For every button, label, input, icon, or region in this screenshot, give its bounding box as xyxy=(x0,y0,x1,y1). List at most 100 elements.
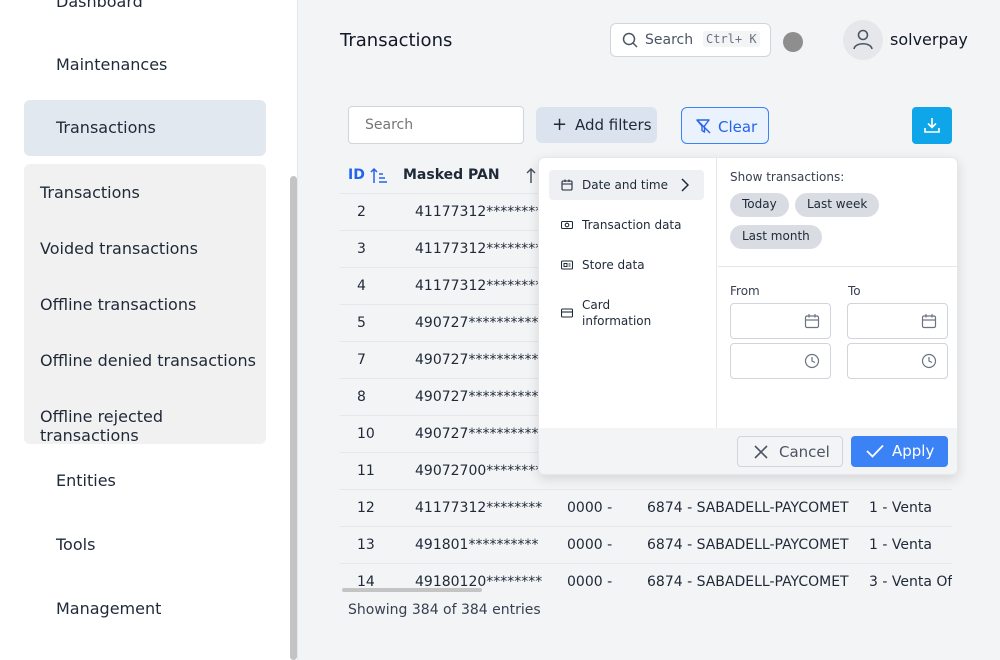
cell-id: 14 xyxy=(357,574,375,589)
to-date-input[interactable] xyxy=(847,303,948,339)
table-horizontal-scrollbar[interactable] xyxy=(342,588,482,592)
apply-button[interactable]: Apply xyxy=(851,436,948,467)
to-time-input[interactable] xyxy=(847,343,948,379)
table-row[interactable]: 12 41177312******** 0000 - 6874 - SABADELL-… xyxy=(340,490,952,527)
user-name[interactable]: solverpay xyxy=(890,30,968,49)
submenu-item-voided-transactions[interactable]: Voided transactions xyxy=(40,239,198,258)
cell-id: 13 xyxy=(357,537,375,553)
add-filters-button[interactable]: + Add filters xyxy=(536,107,657,143)
cell-masked-pan: 41177312******** xyxy=(415,241,543,257)
filter-menu-label: Card information xyxy=(582,298,652,328)
table-row[interactable]: 14 49180120******** 0000 - 6874 - SABADELL-… xyxy=(340,564,952,589)
cell-terminal: 0000 - xyxy=(567,574,613,589)
from-date-input[interactable] xyxy=(730,303,831,339)
cell-id: 8 xyxy=(357,389,366,405)
sidebar-item-management[interactable]: Management xyxy=(56,599,161,618)
calendar-icon xyxy=(561,179,573,191)
quick-filter-today[interactable]: Today xyxy=(730,193,789,217)
cell-id: 5 xyxy=(357,315,366,331)
store-icon xyxy=(561,260,573,270)
filter-menu-label: Store data xyxy=(582,258,645,272)
cell-masked-pan: 490727********** xyxy=(415,315,539,331)
filter-menu-label: Date and time xyxy=(582,178,668,192)
cell-masked-pan: 490727********** xyxy=(415,426,539,442)
transactions-submenu: Transactions Voided transactions Offline… xyxy=(24,164,266,445)
download-icon xyxy=(924,118,940,133)
clear-label: Clear xyxy=(718,118,758,136)
cell-id: 12 xyxy=(357,500,375,516)
sidebar-item-maintenances[interactable]: Maintenances xyxy=(56,55,167,74)
submenu-item-offline-transactions[interactable]: Offline transactions xyxy=(40,295,196,314)
submenu-item-offline-denied-transactions[interactable]: Offline denied transactions xyxy=(40,351,256,370)
date-time-panel: Show transactions: Today Last week Last … xyxy=(718,158,957,428)
avatar[interactable] xyxy=(843,20,883,60)
check-icon xyxy=(866,444,884,458)
cell-type: 1 - Venta xyxy=(869,500,932,516)
sort-icon[interactable] xyxy=(526,168,536,184)
clock-icon xyxy=(804,353,820,369)
filter-menu-store-data[interactable]: Store data xyxy=(549,250,704,280)
quick-filter-last-week[interactable]: Last week xyxy=(795,193,880,217)
show-transactions-label: Show transactions: xyxy=(730,170,845,184)
credit-card-icon xyxy=(561,308,573,318)
sidebar-item-dashboard[interactable]: Dashboard xyxy=(56,0,143,11)
cell-id: 11 xyxy=(357,463,375,479)
global-search[interactable]: Search Ctrl+ K xyxy=(610,23,771,57)
search-shortcut: Ctrl+ K xyxy=(703,31,760,47)
sidebar-scrollbar[interactable] xyxy=(290,176,297,660)
calendar-icon xyxy=(804,314,820,329)
filter-menu-transaction-data[interactable]: Transaction data xyxy=(549,210,704,240)
filter-menu-card-information[interactable]: Card information xyxy=(549,290,704,336)
submenu-item-transactions[interactable]: Transactions xyxy=(40,183,140,202)
popup-footer: Cancel Apply xyxy=(539,428,957,474)
search-label: Search xyxy=(645,32,694,48)
cell-id: 3 xyxy=(357,241,366,257)
entries-count: Showing 384 of 384 entries xyxy=(348,602,541,618)
user-icon xyxy=(853,29,873,50)
cell-id: 2 xyxy=(357,204,366,220)
sidebar-item-entities[interactable]: Entities xyxy=(56,471,116,490)
to-label: To xyxy=(848,284,861,298)
cell-masked-pan: 490727********** xyxy=(415,352,539,368)
cell-type: 3 - Venta Off xyxy=(869,574,952,589)
cell-terminal: 0000 - xyxy=(567,537,613,553)
theme-toggle[interactable] xyxy=(783,32,803,52)
sidebar-item-transactions[interactable]: Transactions xyxy=(24,100,266,156)
app-root: Dashboard Maintenances Transactions Tran… xyxy=(0,0,1000,660)
sidebar-item-tools[interactable]: Tools xyxy=(56,535,95,554)
from-time-input[interactable] xyxy=(730,343,831,379)
sidebar-item-label: Transactions xyxy=(56,118,156,137)
filter-popup: Date and time Transaction data Store dat… xyxy=(538,157,958,475)
from-label: From xyxy=(730,284,760,298)
cell-id: 10 xyxy=(357,426,375,442)
search-icon xyxy=(622,32,638,48)
calendar-icon xyxy=(921,314,937,329)
plus-icon: + xyxy=(552,114,568,135)
cell-acquirer: 6874 - SABADELL-PAYCOMET xyxy=(647,537,849,553)
sort-ascending-icon[interactable] xyxy=(370,168,388,184)
filter-clear-icon xyxy=(696,119,711,134)
column-header-id[interactable]: ID xyxy=(348,167,365,183)
table-search-input[interactable] xyxy=(348,106,524,144)
cancel-button[interactable]: Cancel xyxy=(737,436,843,467)
download-button[interactable] xyxy=(912,107,952,144)
column-header-masked-pan[interactable]: Masked PAN xyxy=(403,167,500,183)
filter-menu-date-and-time[interactable]: Date and time xyxy=(549,170,704,200)
table-row[interactable]: 13 491801********** 0000 - 6874 - SABADELL-… xyxy=(340,527,952,564)
page-title: Transactions xyxy=(340,30,453,51)
add-filters-label: Add filters xyxy=(575,116,652,134)
cell-masked-pan: 41177312******** xyxy=(415,204,543,220)
cell-masked-pan: 41177312******** xyxy=(415,278,543,294)
cancel-label: Cancel xyxy=(779,443,830,461)
sidebar: Dashboard Maintenances Transactions Tran… xyxy=(0,0,298,660)
clear-button[interactable]: Clear xyxy=(681,107,769,144)
cell-masked-pan: 41177312******** xyxy=(415,500,543,516)
quick-filter-last-month[interactable]: Last month xyxy=(730,225,822,249)
money-icon xyxy=(561,220,573,230)
cell-type: 1 - Venta xyxy=(869,537,932,553)
filter-menu-label: Transaction data xyxy=(582,218,682,232)
cell-masked-pan: 490727********** xyxy=(415,389,539,405)
submenu-item-offline-rejected-transactions[interactable]: Offline rejected transactions xyxy=(40,407,266,445)
cell-terminal: 0000 - xyxy=(567,500,613,516)
cell-masked-pan: 491801********** xyxy=(415,537,539,553)
